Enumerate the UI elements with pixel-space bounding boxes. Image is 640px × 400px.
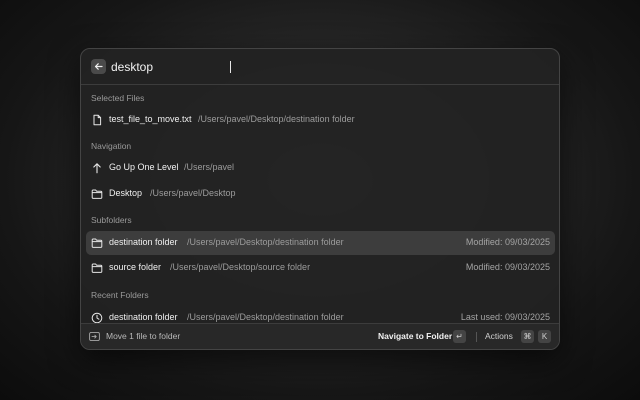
section-title-recent-folders: Recent Folders [91,290,149,300]
item-name: source folder [109,262,162,272]
command-palette: Selected Files test_file_to_move.txt /Us… [80,48,560,350]
item-modified-date: Modified: 09/03/2025 [465,262,550,272]
move-to-folder-icon [89,331,100,342]
action-bar: Move 1 file to folder Navigate to Folder… [81,323,559,349]
item-last-used-date: Last used: 09/03/2025 [460,312,550,322]
actions-button[interactable]: Actions [485,331,513,341]
folder-icon [91,238,103,248]
item-path: /Users/pavel [184,162,235,172]
back-button[interactable] [91,59,106,74]
list-item-selected-file[interactable]: test_file_to_move.txt /Users/pavel/Deskt… [86,108,555,132]
list-item-subfolder-source[interactable]: source folder /Users/pavel/Desktop/sourc… [86,256,555,280]
section-title-navigation: Navigation [91,141,132,151]
item-modified-date: Modified: 09/03/2025 [465,237,550,247]
item-name: test_file_to_move.txt [109,114,192,124]
item-name: Desktop [109,188,143,198]
item-path: /Users/pavel/Desktop [150,188,236,198]
arrow-up-icon [93,163,101,174]
search-bar [81,49,559,85]
list-item-go-up[interactable]: Go Up One Level /Users/pavel [86,156,555,180]
status-text: Move 1 file to folder [106,331,181,341]
item-name: Go Up One Level [109,162,179,172]
item-name: destination folder [109,237,178,247]
item-name: destination folder [109,312,178,322]
text-cursor [230,61,231,73]
folder-icon [91,189,103,199]
item-path: /Users/pavel/Desktop/source folder [170,262,311,272]
command-key-badge: ⌘ [521,330,534,343]
arrow-left-icon [94,63,103,70]
k-key-badge: K [538,330,551,343]
section-title-subfolders: Subfolders [91,215,132,225]
list-item-desktop[interactable]: Desktop /Users/pavel/Desktop [86,182,555,206]
divider [476,332,477,342]
search-input[interactable] [111,57,411,77]
item-path: /Users/pavel/Desktop/destination folder [187,237,344,247]
list-item-subfolder-destination[interactable]: destination folder /Users/pavel/Desktop/… [86,231,555,255]
item-path: /Users/pavel/Desktop/destination folder [187,312,344,322]
item-path: /Users/pavel/Desktop/destination folder [198,114,355,124]
navigate-to-folder-button[interactable]: Navigate to Folder [378,331,452,341]
folder-icon [91,263,103,273]
file-icon [93,114,102,126]
enter-key-badge: ↵ [453,330,466,343]
section-title-selected-files: Selected Files [91,93,145,103]
